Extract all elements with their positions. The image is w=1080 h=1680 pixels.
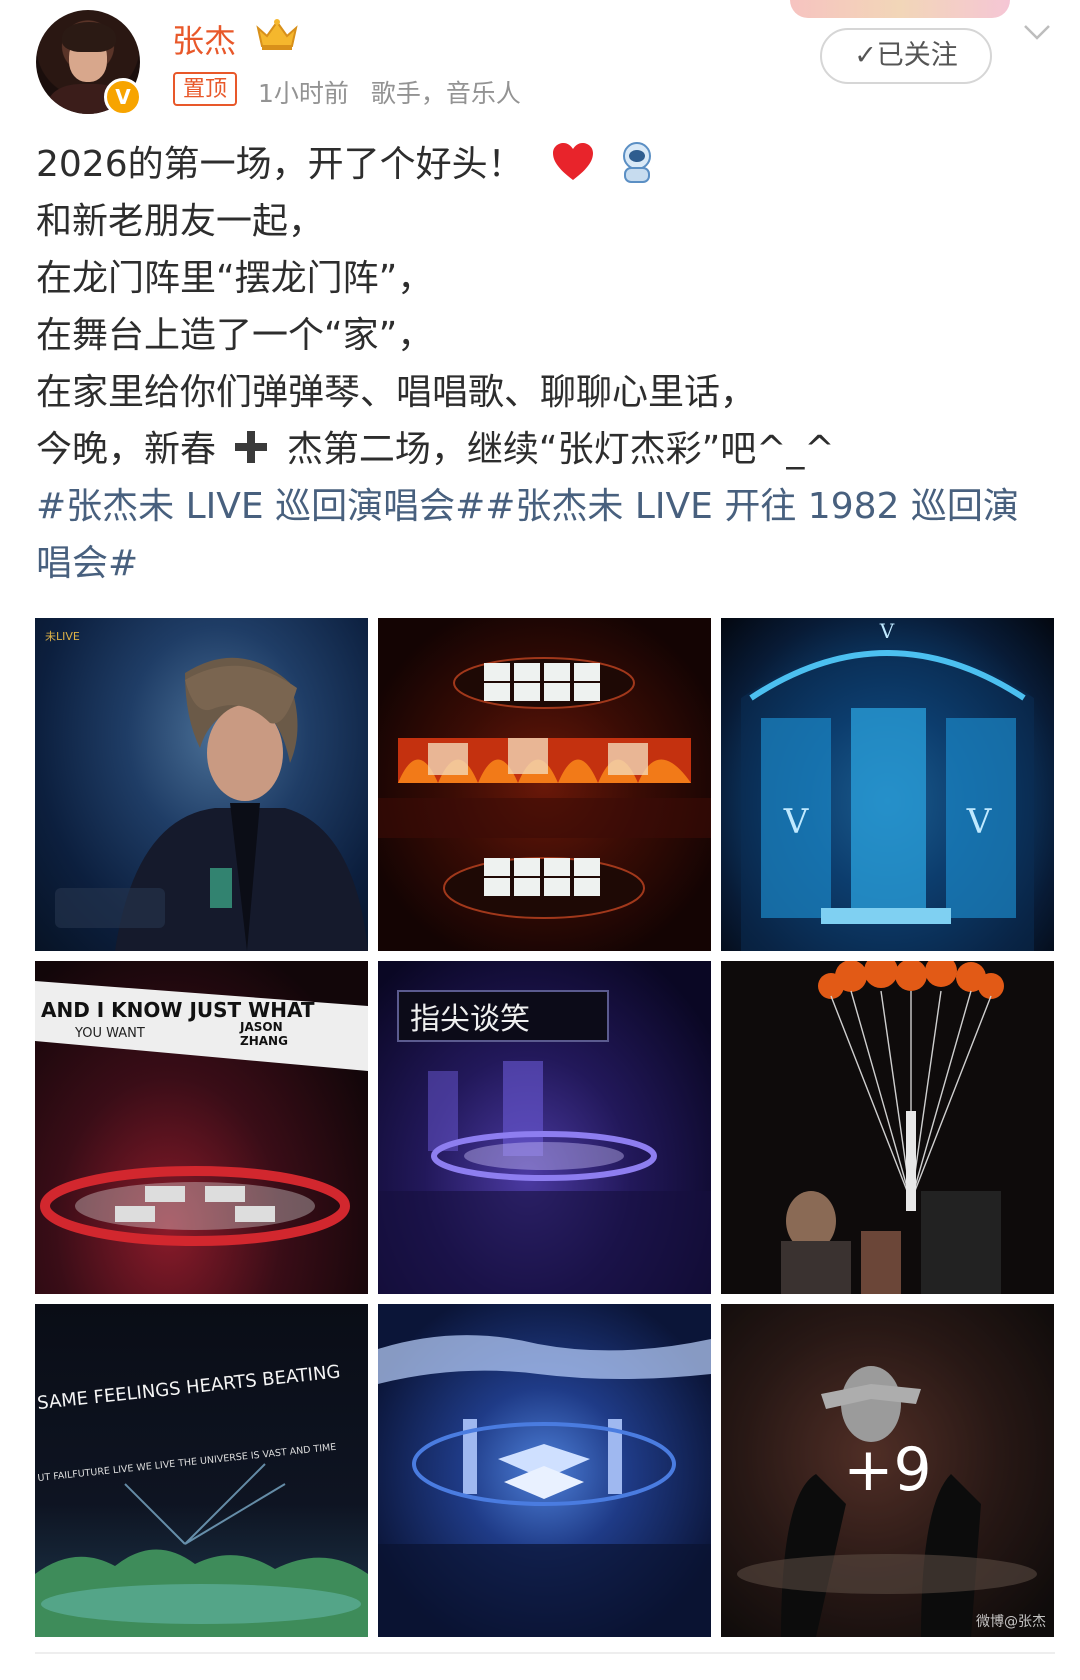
plus-icon [235,431,268,463]
post-line: 在舞台上造了一个“家”， [36,315,434,356]
watermark: 微博@张杰 [976,1614,1046,1630]
post-line: 和新老朋友一起， [36,201,325,242]
photo-2[interactable] [378,618,711,951]
photo-text: UT FAILFUTURE LIVE WE LIVE THE UNIVERSE … [37,1442,337,1484]
post-line: 2026的第一场，开了个好头！ [36,136,1036,193]
topic-link[interactable]: #张杰未 LIVE 巡回演唱会##张杰未 LIVE 开往 1982 巡回演 [36,478,1036,535]
photo-logo: 未LIVE [45,630,80,643]
photo-8[interactable] [378,1304,711,1637]
post-line: 在龙门阵里“摆龙门阵”， [36,258,434,299]
verified-badge-icon: V [104,78,142,116]
post-line: 今晚，新春 杰第二场，继续“张灯杰彩”吧^_^ [36,429,835,470]
post-line: 在家里给你们弹弹琴、唱唱歌、聊聊心里话， [36,372,757,413]
pinned-badge: 置顶 [173,72,238,106]
photo-6[interactable] [721,961,1054,1294]
photo-4[interactable]: AND I KNOW JUST WHAT YOU WANT JASON ZHAN… [35,961,368,1294]
photo-grid: 未LIVE V V V AND I KNOW JUST WHAT YOU WAN… [35,618,1055,1640]
promo-banner[interactable] [790,0,1010,18]
photo-9[interactable]: +9 微博@张杰 [721,1304,1054,1637]
photo-text: YOU WANT [74,1026,145,1041]
svg-text:V: V [783,802,810,842]
topic-link[interactable]: 唱会# [36,535,1036,592]
user-tags: 歌手，音乐人 [370,79,521,108]
divider [35,1652,1055,1654]
photo-text: 指尖谈笑 [410,1002,530,1037]
chevron-down-icon[interactable] [1022,22,1052,42]
post-text: 2026的第一场，开了个好头！ 和新老朋友一起， 在龙门阵里“摆龙门阵”， 在舞… [36,136,1036,592]
post-meta: 1小时前 歌手，音乐人 [258,74,535,110]
more-photos-count[interactable]: +9 [721,1304,1054,1637]
photo-text: SAME FEELINGS HEARTS BEATING [36,1361,341,1414]
photo-text: JASON [239,1020,283,1034]
photo-1[interactable]: 未LIVE [35,618,368,951]
post-header: V 张杰 置顶 1小时前 歌手，音乐人 ✓已关注 [0,0,1080,130]
svg-text:V: V [879,619,895,643]
photo-5[interactable]: 指尖谈笑 [378,961,711,1294]
post-time: 1小时前 [258,79,349,108]
photo-7[interactable]: SAME FEELINGS HEARTS BEATING UT FAILFUTU… [35,1304,368,1637]
follow-button[interactable]: ✓已关注 [820,28,992,84]
photo-text: ZHANG [240,1034,288,1048]
astronaut-icon [622,142,651,183]
username[interactable]: 张杰 [172,16,236,62]
svg-text:V: V [966,802,993,842]
crown-icon [256,19,298,50]
photo-text: AND I KNOW JUST WHAT [41,998,315,1022]
photo-3[interactable]: V V V [721,618,1054,951]
heart-icon [553,143,594,180]
